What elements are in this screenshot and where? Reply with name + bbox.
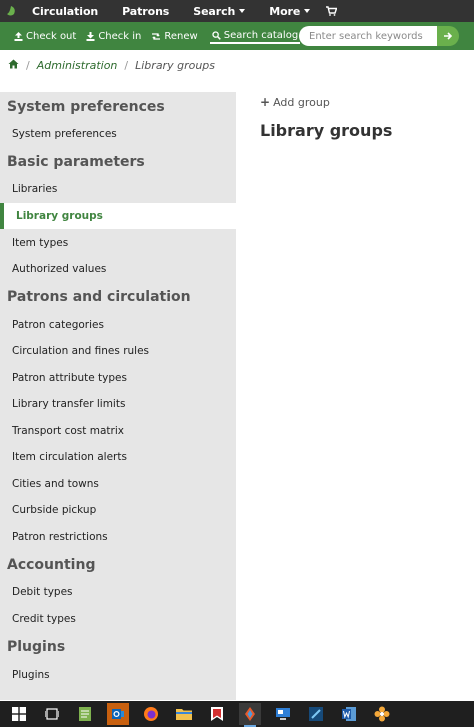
sidebar-heading-basic-parameters: Basic parameters — [7, 154, 145, 170]
word-icon[interactable] — [338, 703, 360, 725]
search-catalog-label: Search catalog — [223, 30, 299, 41]
home-icon[interactable] — [8, 59, 19, 72]
sidebar-item-cities-and-towns[interactable]: Cities and towns — [0, 471, 236, 497]
circulation-action-bar: Check out Check in Renew Search catalog — [0, 22, 474, 50]
sidebar-item-plugins[interactable]: Plugins — [0, 662, 236, 688]
file-explorer-icon[interactable] — [173, 703, 195, 725]
nav-more-label: More — [269, 4, 301, 18]
sidebar-heading-patrons-and-circulation: Patrons and circulation — [7, 289, 191, 305]
check-in-label: Check in — [98, 30, 142, 42]
caret-down-icon — [304, 9, 311, 13]
sidebar-item-curbside-pickup[interactable]: Curbside pickup — [0, 497, 236, 523]
flower-app-icon[interactable] — [371, 703, 393, 725]
sidebar-item-transport-cost-matrix[interactable]: Transport cost matrix — [0, 418, 236, 444]
retweet-icon — [152, 32, 161, 40]
breadcrumb-separator: / — [26, 58, 30, 72]
editor-icon[interactable] — [305, 703, 327, 725]
sidebar-item-patron-restrictions[interactable]: Patron restrictions — [0, 524, 236, 550]
notepad-icon[interactable] — [74, 703, 96, 725]
sidebar-item-libraries[interactable]: Libraries — [0, 176, 236, 202]
sidebar-item-circulation-rules[interactable]: Circulation and fines rules — [0, 338, 236, 364]
remote-desktop-icon[interactable] — [272, 703, 294, 725]
arrow-right-icon — [444, 32, 453, 40]
search-icon — [212, 31, 221, 40]
caret-down-icon — [239, 9, 246, 13]
renew-button[interactable]: Renew — [151, 30, 198, 42]
catalog-search-input[interactable] — [299, 26, 437, 46]
windows-start-icon[interactable] — [8, 703, 30, 725]
task-view-icon[interactable] — [41, 703, 63, 725]
sidebar-item-authorized-values[interactable]: Authorized values — [0, 256, 236, 282]
nav-patrons-label: Patrons — [122, 4, 170, 18]
app-icon[interactable] — [239, 703, 261, 727]
sidebar-item-item-circulation-alerts[interactable]: Item circulation alerts — [0, 444, 236, 470]
sidebar-item-patron-attribute-types[interactable]: Patron attribute types — [0, 365, 236, 391]
search-catalog-tab[interactable]: Search catalog — [209, 28, 301, 44]
koha-logo-icon[interactable] — [4, 4, 18, 18]
sidebar-heading-system-preferences: System preferences — [7, 99, 165, 115]
breadcrumb: / Administration / Library groups — [0, 50, 474, 80]
nav-search-dropdown[interactable]: Search — [193, 4, 246, 18]
sidebar-item-patron-categories[interactable]: Patron categories — [0, 312, 236, 338]
outlook-icon[interactable] — [107, 703, 129, 725]
sidebar-item-debit-types[interactable]: Debit types — [0, 579, 236, 605]
plus-icon: + — [260, 95, 271, 109]
sidebar-item-library-groups[interactable]: Library groups — [0, 203, 236, 229]
sidebar-item-credit-types[interactable]: Credit types — [0, 606, 236, 632]
nav-patrons[interactable]: Patrons — [122, 5, 169, 18]
check-out-label: Check out — [26, 30, 77, 42]
breadcrumb-separator: / — [124, 58, 129, 72]
renew-label: Renew — [164, 30, 198, 42]
nav-search-label: Search — [193, 4, 236, 18]
breadcrumb-current: Library groups — [135, 58, 216, 72]
cart-icon[interactable] — [326, 6, 338, 16]
page-title: Library groups — [260, 121, 393, 140]
sidebar-item-item-types[interactable]: Item types — [0, 230, 236, 256]
download-icon — [86, 31, 95, 41]
sidebar-heading-plugins: Plugins — [7, 639, 66, 655]
check-out-button[interactable]: Check out — [14, 31, 76, 42]
nav-circulation[interactable]: Circulation — [32, 5, 98, 18]
admin-sidebar: System preferences System preferences Ba… — [0, 92, 236, 700]
nav-more-dropdown[interactable]: More — [269, 4, 311, 18]
check-in-button[interactable]: Check in — [86, 31, 141, 42]
sidebar-heading-accounting: Accounting — [7, 557, 96, 573]
nav-circulation-label: Circulation — [32, 4, 99, 18]
add-group-button[interactable]: + Add group — [260, 95, 330, 109]
firefox-icon[interactable] — [140, 703, 162, 725]
windows-taskbar — [0, 701, 474, 727]
top-navbar: Circulation Patrons Search More — [0, 0, 474, 22]
sidebar-item-library-transfer-limits[interactable]: Library transfer limits — [0, 391, 236, 417]
reader-icon[interactable] — [206, 703, 228, 725]
breadcrumb-link-administration[interactable]: Administration — [37, 59, 118, 72]
sidebar-item-system-preferences[interactable]: System preferences — [0, 121, 236, 147]
add-group-label: Add group — [273, 95, 330, 109]
upload-icon — [14, 31, 23, 41]
search-submit-button[interactable] — [437, 26, 459, 46]
